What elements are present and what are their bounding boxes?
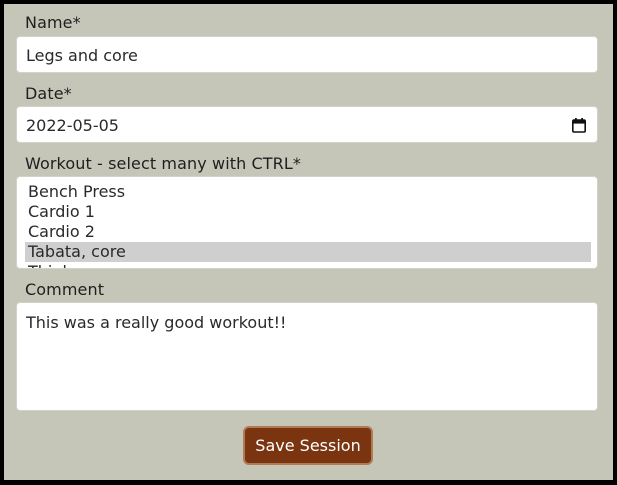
name-input[interactable]: Legs and core bbox=[16, 36, 598, 73]
workout-option[interactable]: Thighs bbox=[25, 262, 591, 268]
workout-option[interactable]: Cardio 1 bbox=[25, 202, 591, 222]
name-label: Name* bbox=[25, 13, 81, 32]
date-input[interactable]: 2022-05-05 bbox=[16, 106, 598, 143]
workout-option[interactable]: Tabata, core bbox=[25, 242, 591, 262]
comment-textarea[interactable]: This was a really good workout!! bbox=[16, 302, 598, 411]
save-session-button[interactable]: Save Session bbox=[243, 426, 373, 465]
session-form: Name* Legs and core Date* 2022-05-05 Wor… bbox=[4, 4, 613, 480]
workout-option[interactable]: Bench Press bbox=[25, 182, 591, 202]
date-label: Date* bbox=[25, 84, 72, 103]
name-input-value: Legs and core bbox=[26, 46, 138, 65]
workout-select[interactable]: Bench PressCardio 1Cardio 2Tabata, coreT… bbox=[16, 176, 598, 269]
calendar-icon[interactable] bbox=[572, 118, 586, 133]
workout-option[interactable]: Cardio 2 bbox=[25, 222, 591, 242]
date-input-value: 2022-05-05 bbox=[26, 116, 119, 135]
workout-label: Workout - select many with CTRL* bbox=[25, 154, 302, 173]
comment-text: This was a really good workout!! bbox=[26, 313, 287, 332]
comment-label: Comment bbox=[25, 280, 105, 299]
